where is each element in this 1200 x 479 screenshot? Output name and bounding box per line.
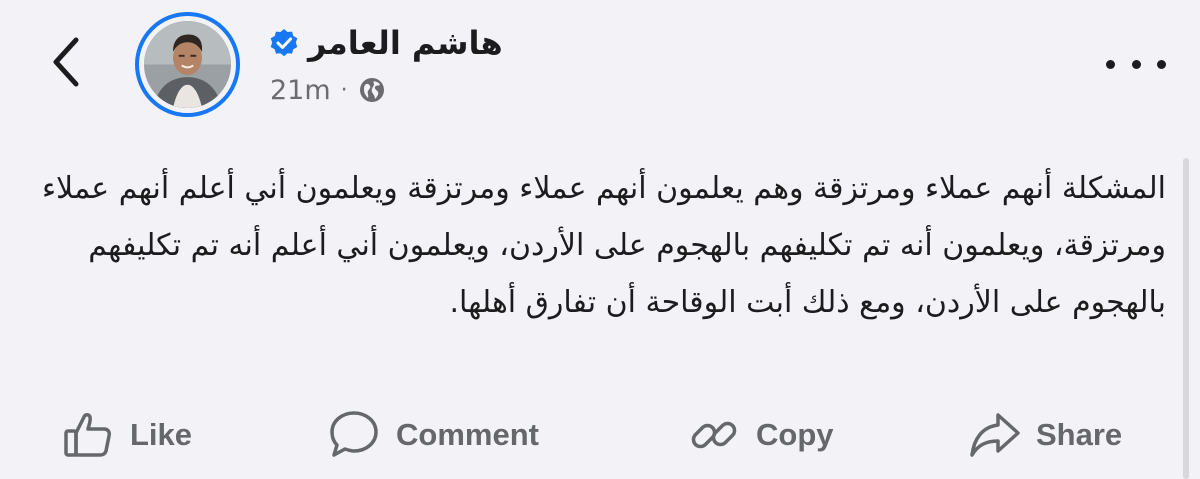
like-button[interactable]: Like	[60, 400, 192, 470]
avatar-photo	[144, 21, 231, 108]
more-dot	[1106, 59, 1115, 69]
comment-button[interactable]: Comment	[326, 400, 539, 470]
chevron-left-icon	[53, 37, 79, 87]
thumbs-up-icon	[64, 413, 111, 457]
more-dot	[1157, 59, 1166, 69]
more-dot	[1131, 59, 1141, 69]
copy-label: Copy	[756, 417, 834, 452]
copy-link-button[interactable]: Copy	[686, 400, 834, 470]
post-text: المشكلة أنهم عملاء ومرتزقة وهم يعلمون أن…	[41, 171, 1166, 320]
share-arrow-icon	[970, 413, 1020, 457]
comment-bubble-icon	[330, 411, 378, 457]
more-options-button[interactable]	[1106, 52, 1166, 76]
author-name[interactable]: هاشم العامر	[308, 24, 503, 62]
like-label: Like	[130, 417, 193, 452]
share-label: Share	[1036, 417, 1123, 452]
post-action-bar: Like Comment Copy Share	[0, 400, 1200, 470]
verified-badge-icon	[270, 29, 298, 57]
meta-separator: ·	[340, 77, 348, 103]
comment-label: Comment	[396, 417, 539, 452]
author-avatar[interactable]	[135, 12, 240, 117]
back-button[interactable]	[46, 32, 86, 92]
post-timestamp: 21m	[270, 74, 331, 106]
link-icon	[691, 421, 737, 449]
globe-icon	[359, 78, 384, 102]
share-button[interactable]: Share	[966, 400, 1122, 470]
